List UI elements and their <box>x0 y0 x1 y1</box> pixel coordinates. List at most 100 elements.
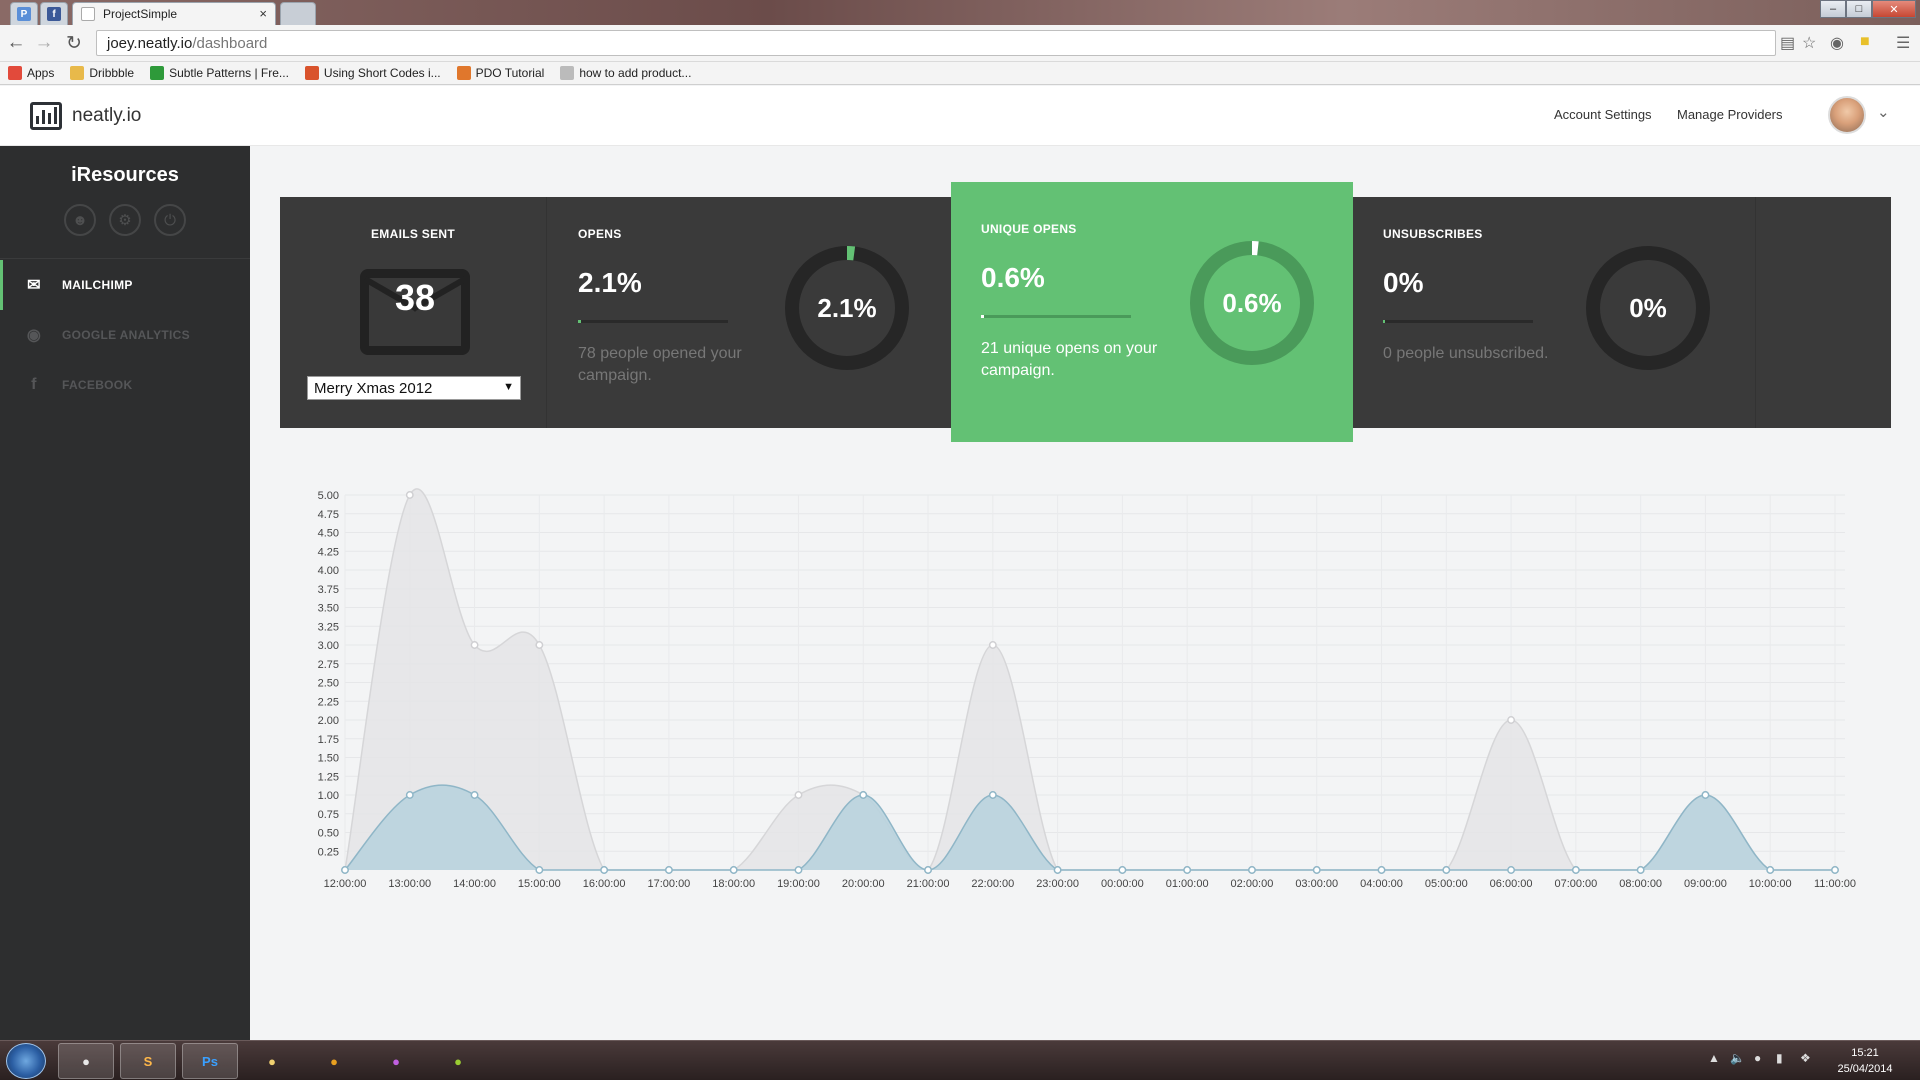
paint-icon[interactable]: ● <box>368 1043 424 1079</box>
unique-opens-point[interactable] <box>1442 866 1451 874</box>
page-icon <box>560 66 575 80</box>
bookmark-label: Dribbble <box>89 66 135 80</box>
total-opens-point[interactable] <box>794 791 803 799</box>
logo[interactable]: neatly.io <box>30 102 141 130</box>
envelope-icon: ✉ <box>27 277 41 294</box>
unique-opens-point[interactable] <box>1507 866 1516 874</box>
new-tab-button[interactable] <box>280 2 316 25</box>
tab-pinned-facebook[interactable]: f <box>40 2 68 25</box>
reload-icon[interactable]: ↻ <box>64 32 84 55</box>
unique-opens-point[interactable] <box>1831 866 1839 874</box>
bar-chart-logo-icon <box>30 102 62 130</box>
y-tick-label: 3.75 <box>318 584 339 596</box>
unique-opens-point[interactable] <box>988 791 997 799</box>
total-opens-point[interactable] <box>470 641 479 649</box>
network-icon[interactable]: ▮ <box>1776 1051 1783 1065</box>
reader-icon[interactable]: ▤ <box>1780 33 1795 53</box>
unique-opens-point[interactable] <box>535 866 544 874</box>
bookmark-item[interactable]: PDO Tutorial <box>456 66 544 80</box>
unique-opens-point[interactable] <box>470 791 479 799</box>
user-icon[interactable]: ☻ <box>64 204 96 236</box>
unique-opens-point[interactable] <box>924 866 932 874</box>
x-tick-label: 17:00:00 <box>647 878 690 890</box>
unique-opens-point[interactable] <box>859 791 868 799</box>
back-icon[interactable]: ← <box>6 32 26 54</box>
total-opens-point[interactable] <box>405 491 414 499</box>
maximize-icon[interactable]: □ <box>1846 0 1872 18</box>
tab-projectsimple[interactable]: ProjectSimple × <box>72 2 276 25</box>
opens-value: 2.1% <box>578 267 642 298</box>
address-bar[interactable]: joey.neatly.io/dashboard <box>96 30 1776 56</box>
extension-icon[interactable]: ◉ <box>1830 33 1844 53</box>
clock-time: 15:21 <box>1851 1047 1879 1059</box>
unique-opens-point[interactable] <box>341 866 349 874</box>
unique-opens-point[interactable] <box>729 866 738 874</box>
forward-icon[interactable]: → <box>34 32 54 54</box>
sublime-icon[interactable]: S <box>120 1043 176 1079</box>
clock[interactable]: 15:21 25/04/2014 <box>1830 1045 1900 1077</box>
minimize-icon[interactable]: – <box>1820 0 1846 18</box>
bookmark-item[interactable]: Subtle Patterns | Fre... <box>150 66 289 80</box>
account-settings-link[interactable]: Account Settings <box>1554 107 1652 122</box>
chevron-down-icon[interactable]: ⌄ <box>1877 103 1890 121</box>
campaign-select[interactable]: Merry Xmas 2012 ▼ <box>307 376 521 400</box>
unique-opens-point[interactable] <box>1377 866 1386 874</box>
star-icon[interactable]: ☆ <box>1802 33 1816 53</box>
y-tick-label: 0.25 <box>318 846 339 858</box>
bookmark-item[interactable]: Dribbble <box>70 66 134 80</box>
unique-opens-point[interactable] <box>1571 866 1580 874</box>
photoshop-icon[interactable]: Ps <box>182 1043 238 1079</box>
tab-pinned-1[interactable]: P <box>10 2 38 25</box>
menu-icon[interactable]: ☰ <box>1896 33 1910 53</box>
total-opens-point[interactable] <box>1507 716 1516 724</box>
x-tick-label: 05:00:00 <box>1425 878 1468 890</box>
close-window-icon[interactable]: ✕ <box>1872 0 1916 18</box>
bookmark-item[interactable]: Using Short Codes i... <box>304 66 441 80</box>
explorer-icon[interactable]: ● <box>244 1043 300 1079</box>
total-opens-point[interactable] <box>988 641 997 649</box>
unique-opens-point[interactable] <box>1766 866 1775 874</box>
unique-opens-point[interactable] <box>1248 866 1256 874</box>
unique-opens-point[interactable] <box>1636 866 1645 874</box>
unique-opens-point[interactable] <box>1312 866 1321 874</box>
shield-icon[interactable]: ● <box>1754 1051 1761 1065</box>
unique-opens-point[interactable] <box>1183 866 1192 874</box>
note-extension-icon[interactable]: ■ <box>1860 33 1870 51</box>
url-host: joey.neatly.io <box>107 34 193 52</box>
volume-icon[interactable]: 🔈 <box>1730 1051 1745 1065</box>
y-tick-label: 2.50 <box>318 678 339 690</box>
chrome-icon[interactable]: ● <box>58 1043 114 1079</box>
x-tick-label: 15:00:00 <box>518 878 561 890</box>
app-icon[interactable]: ● <box>430 1043 486 1079</box>
unique-opens-point[interactable] <box>664 866 673 874</box>
unique-opens-description: 21 unique opens on your campaign. <box>981 340 1158 379</box>
bookmark-item[interactable]: Apps <box>8 66 54 80</box>
opens-progress <box>578 320 728 323</box>
unique-opens-point[interactable] <box>1053 866 1062 874</box>
sidebar-item-facebook[interactable]: f FACEBOOK <box>0 360 250 410</box>
dropbox-icon[interactable]: ❖ <box>1800 1051 1811 1065</box>
start-button[interactable] <box>6 1043 46 1079</box>
y-tick-label: 0.50 <box>318 828 339 840</box>
unique-opens-point[interactable] <box>794 866 803 874</box>
p-icon: P <box>17 7 31 21</box>
x-tick-label: 18:00:00 <box>712 878 755 890</box>
x-tick-label: 08:00:00 <box>1619 878 1662 890</box>
unique-opens-point[interactable] <box>405 791 414 799</box>
outlook-icon[interactable]: ● <box>306 1043 362 1079</box>
gear-icon[interactable]: ⚙ <box>109 204 141 236</box>
unique-opens-point[interactable] <box>600 866 609 874</box>
x-tick-label: 21:00:00 <box>907 878 950 890</box>
unique-opens-point[interactable] <box>1701 791 1710 799</box>
sidebar-item-mailchimp[interactable]: ✉ MAILCHIMP <box>0 260 250 310</box>
y-tick-label: 5.00 <box>318 490 339 502</box>
manage-providers-link[interactable]: Manage Providers <box>1677 107 1783 122</box>
total-opens-point[interactable] <box>535 641 544 649</box>
bookmark-item[interactable]: how to add product... <box>560 66 691 80</box>
unique-opens-point[interactable] <box>1118 866 1127 874</box>
power-icon[interactable]: ⏻ <box>154 204 186 236</box>
sidebar-item-google-analytics[interactable]: ◉ GOOGLE ANALYTICS <box>0 310 250 360</box>
tab-close-icon[interactable]: × <box>259 6 267 21</box>
avatar[interactable] <box>1828 96 1866 134</box>
tray-arrow-icon[interactable]: ▲ <box>1708 1051 1720 1065</box>
